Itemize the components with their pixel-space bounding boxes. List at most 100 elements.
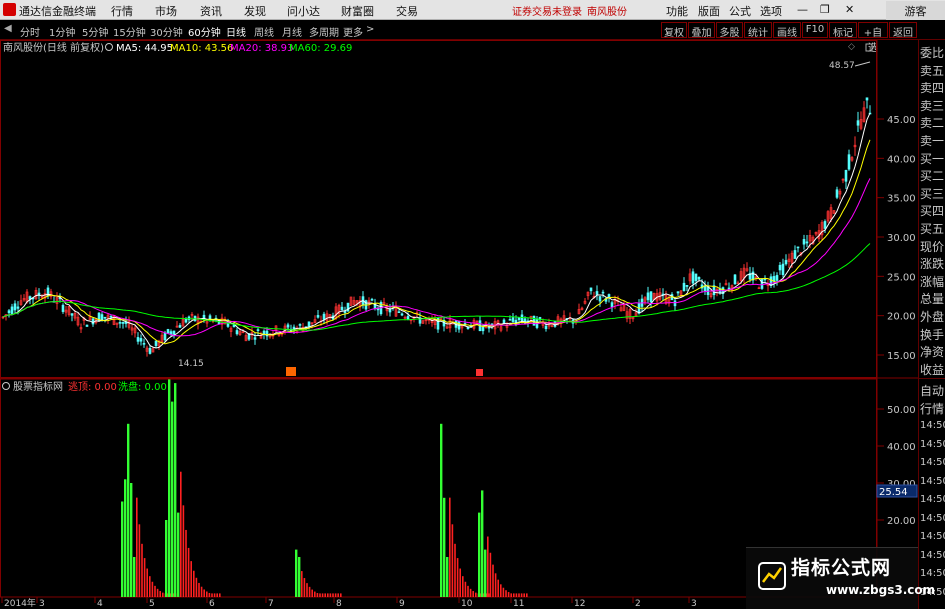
auto-tab[interactable]: 自动	[920, 382, 945, 399]
multi-stock-button[interactable]: 多股	[716, 22, 743, 39]
minimize-icon[interactable]: —	[797, 3, 808, 16]
ma20-line	[2, 178, 871, 337]
indicator-red-bar	[162, 592, 164, 597]
indicator-red-bar	[314, 591, 316, 597]
candle-body	[169, 331, 173, 335]
indicator-red-bar	[321, 593, 324, 597]
candle-body	[691, 271, 695, 284]
candle-body	[823, 221, 827, 229]
period-tick[interactable]: 分时	[20, 24, 40, 39]
indicator-red-bar	[467, 585, 469, 597]
price-tick-label: 40.00	[887, 154, 916, 165]
scroll-left-icon[interactable]: ◀	[4, 23, 12, 34]
menu-options[interactable]: 选项	[760, 3, 782, 19]
candle-body	[805, 241, 809, 244]
menu-news[interactable]: 资讯	[200, 3, 222, 19]
add-watchlist-button[interactable]: +自选	[858, 22, 888, 54]
period-daily[interactable]: 日线	[226, 24, 246, 39]
indicator-red-bar	[193, 570, 195, 597]
menu-discover[interactable]: 发现	[244, 3, 266, 19]
indicator-green-bar	[443, 497, 446, 597]
indicator-red-bar	[182, 505, 185, 597]
quote-field-label: 卖三	[920, 98, 945, 113]
stock-label: 南风股份(日线 前复权)	[3, 41, 104, 54]
indicator-green-bar	[168, 379, 171, 597]
indicator-red-bar	[513, 593, 515, 597]
tick-time: 14:50	[920, 475, 945, 487]
candle-body	[508, 319, 512, 321]
menu-ask-xiaoda[interactable]: 问小达	[287, 3, 320, 19]
candle-body	[184, 318, 188, 323]
overlay-button[interactable]: 叠加	[688, 22, 715, 39]
candle-body	[118, 322, 122, 324]
indicator-red-bar	[523, 593, 525, 597]
menu-wealth-circle[interactable]: 财富圈	[341, 3, 374, 19]
period-5min[interactable]: 5分钟	[82, 24, 108, 39]
quotes-tab[interactable]: 行情	[920, 400, 945, 417]
candle-body	[646, 292, 650, 301]
time-tick-label: 11	[513, 599, 524, 609]
period-15min[interactable]: 15分钟	[113, 24, 146, 39]
close-icon[interactable]: ✕	[845, 3, 854, 16]
indicator-red-bar	[200, 586, 203, 597]
candle-body	[142, 343, 146, 345]
menu-trade[interactable]: 交易	[396, 3, 418, 19]
restore-icon[interactable]: ❐	[820, 3, 830, 16]
f10-button[interactable]: F10	[802, 22, 828, 38]
menu-layout[interactable]: 版面	[698, 3, 720, 19]
indicator-red-bar	[510, 593, 512, 597]
candle-body	[154, 340, 158, 346]
candle-body	[595, 291, 599, 295]
quote-field-label: 卖一	[920, 134, 945, 148]
menu-functions[interactable]: 功能	[666, 3, 688, 19]
guest-button[interactable]: 游客	[886, 1, 945, 20]
indicator-settings-icon	[2, 382, 10, 390]
login-status[interactable]: 证券交易未登录	[512, 3, 582, 18]
menu-formula[interactable]: 公式	[729, 3, 751, 19]
indicator-red-bar	[151, 581, 154, 597]
candle-body	[70, 313, 74, 316]
indicator-red-bar	[213, 593, 216, 597]
period-weekly[interactable]: 周线	[254, 24, 274, 39]
indicator-red-bar	[211, 593, 213, 597]
indicator-green-bar	[298, 557, 301, 597]
quote-field-label: 买五	[920, 222, 945, 236]
candle-body	[316, 315, 320, 318]
indicator-red-bar	[138, 524, 141, 597]
candle-body	[517, 317, 521, 321]
candle-body	[307, 321, 311, 327]
indicator-red-bar	[185, 529, 187, 597]
candle-body	[793, 250, 797, 259]
period-more[interactable]: 更多	[343, 24, 363, 39]
candle-body	[481, 327, 485, 332]
indicator-red-bar	[454, 543, 456, 597]
indicator-green-bar	[174, 383, 177, 597]
period-30min[interactable]: 30分钟	[150, 24, 183, 39]
indicator-red-bar	[203, 589, 205, 597]
menu-quotes[interactable]: 行情	[111, 3, 133, 19]
back-button[interactable]: 返回	[889, 22, 917, 39]
chart-area[interactable]: 南风股份(日线 前复权) MA5: 44.95 MA10: 43.56 MA20…	[0, 40, 945, 609]
draw-line-button[interactable]: 画线	[773, 22, 801, 39]
adjust-button[interactable]: 复权	[661, 22, 687, 39]
ma5-label: MA5: 44.95	[116, 43, 173, 54]
kline-chart-svg[interactable]: 南风股份(日线 前复权) MA5: 44.95 MA10: 43.56 MA20…	[0, 40, 918, 609]
tick-time: 14:50	[920, 438, 945, 450]
period-1min[interactable]: 1分钟	[49, 24, 75, 39]
candle-body	[178, 325, 182, 328]
period-multi[interactable]: 多周期	[309, 24, 339, 39]
mark-button[interactable]: 标记	[829, 22, 857, 39]
candle-body	[502, 319, 506, 324]
candle-body	[262, 330, 266, 335]
candle-body	[682, 282, 686, 291]
period-60min[interactable]: 60分钟	[188, 24, 221, 39]
event-marker-2	[476, 369, 483, 376]
quote-field-label: 换手	[920, 327, 945, 342]
indicator-green-bar	[127, 423, 130, 597]
indicator-green-bar	[130, 483, 133, 597]
period-monthly[interactable]: 月线	[282, 24, 302, 39]
statistics-button[interactable]: 统计	[744, 22, 772, 39]
menu-market[interactable]: 市场	[155, 3, 177, 19]
more-chevron-icon[interactable]: >	[366, 24, 374, 35]
indicator-red-bar	[515, 593, 518, 597]
